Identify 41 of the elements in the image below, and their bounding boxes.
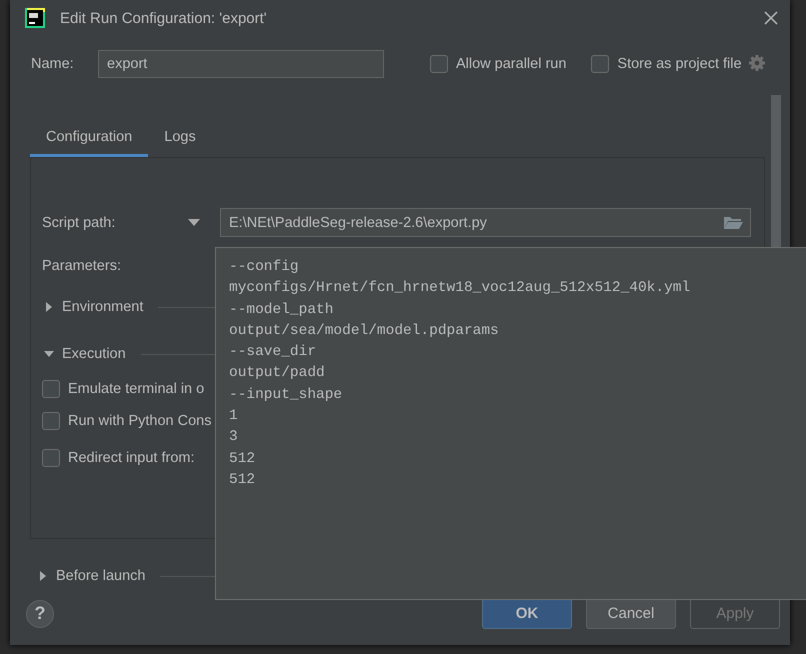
tab[interactable]: Logs xyxy=(148,125,212,157)
checkbox-label: Run with Python Cons xyxy=(68,413,212,429)
parameters-popup[interactable]: --config myconfigs/Hrnet/fcn_hrnetw18_voc12aug_512x512_40k.yml --model_path output/sea/model/model.pdparams --save_dir output/padd --input_shape 1 3 512 512 xyxy=(215,247,806,600)
checkbox-label: Redirect input from: xyxy=(68,450,195,466)
dialog-button[interactable]: Cancel xyxy=(586,598,676,629)
parameter-line: 512 xyxy=(229,470,256,490)
checkbox[interactable] xyxy=(591,55,610,73)
name-field[interactable]: export xyxy=(98,50,384,78)
parameter-line: --config xyxy=(229,258,300,277)
parameter-line: 512 xyxy=(229,450,256,469)
parameter-line: output/padd xyxy=(229,364,326,384)
parameter-line: output/sea/model/model.pdparams xyxy=(229,322,500,341)
app-logo-icon xyxy=(25,8,45,28)
section-header[interactable]: Execution xyxy=(62,346,126,362)
section-header[interactable]: Environment xyxy=(62,299,144,315)
parameter-line: myconfigs/Hrnet/fcn_hrnetw18_voc12aug_512x512_40k.yml xyxy=(229,279,692,298)
field-label: Name: xyxy=(31,56,75,72)
checkbox-label: Emulate terminal in o xyxy=(68,381,204,397)
parameter-line: --save_dir xyxy=(229,343,318,362)
settings-icon[interactable] xyxy=(748,55,766,73)
help-button[interactable]: ? xyxy=(26,600,54,628)
close-icon[interactable] xyxy=(764,11,778,25)
field-label: Parameters: xyxy=(42,258,121,274)
parameter-line: 1 xyxy=(229,407,239,426)
parameter-line: --model_path xyxy=(229,300,334,320)
checkbox-label: Allow parallel run xyxy=(456,56,566,72)
field-label: Script path: xyxy=(42,214,116,230)
parameter-line: --input_shape xyxy=(229,386,344,405)
window-title: Edit Run Configuration: 'export' xyxy=(60,10,267,26)
checkbox[interactable] xyxy=(42,449,60,467)
tab[interactable]: Configuration xyxy=(30,125,148,157)
dropdown-icon[interactable] xyxy=(188,218,200,226)
folder-icon[interactable] xyxy=(724,216,743,230)
section-header[interactable]: Before launch xyxy=(56,568,146,584)
checkbox[interactable] xyxy=(42,380,60,398)
checkbox[interactable] xyxy=(42,412,60,430)
dialog-button[interactable]: OK xyxy=(482,598,572,629)
script-path-field[interactable]: E:\NEt\PaddleSeg-release-2.6\export.py xyxy=(220,208,751,237)
parameter-line: 3 xyxy=(229,428,239,448)
checkbox-label: Store as project file xyxy=(617,56,742,72)
checkbox[interactable] xyxy=(430,55,448,73)
